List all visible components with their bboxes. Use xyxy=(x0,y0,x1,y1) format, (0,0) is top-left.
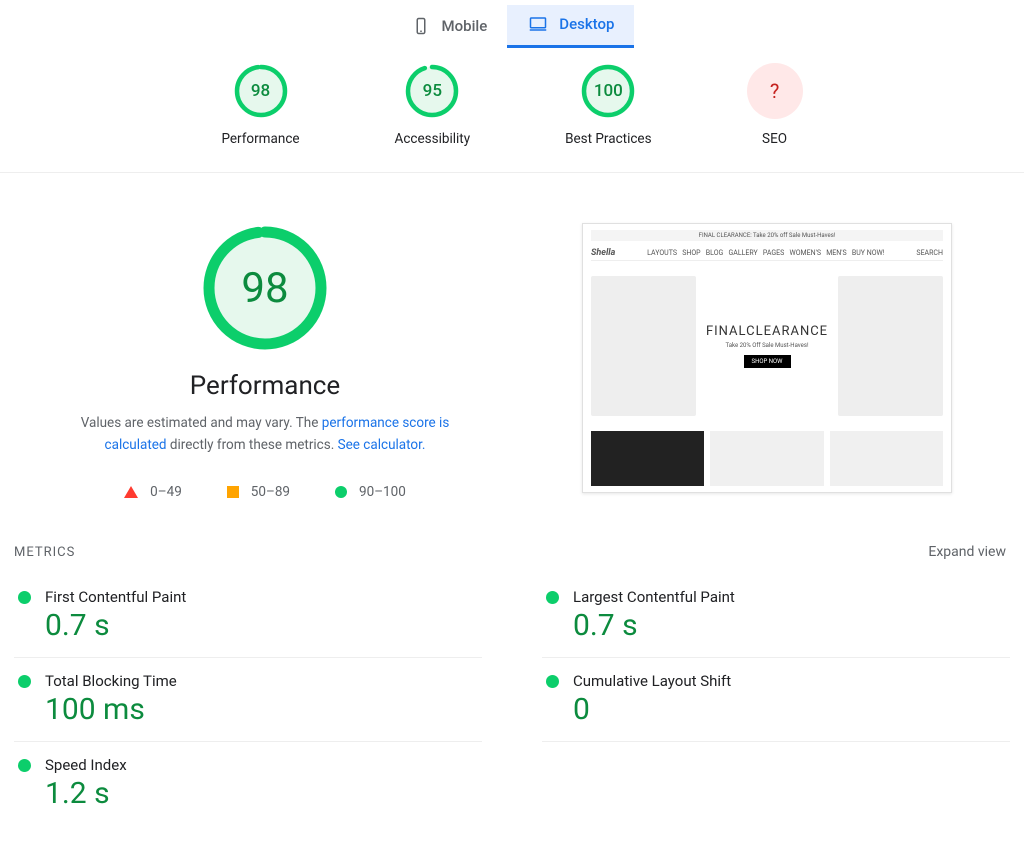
metric-lcp[interactable]: Largest Contentful Paint 0.7 s xyxy=(542,574,1010,658)
status-dot-icon xyxy=(546,591,559,604)
legend-mid-label: 50–89 xyxy=(251,484,290,500)
desktop-icon xyxy=(527,15,549,33)
gauge-seo-value: ? xyxy=(770,79,779,103)
gauge-performance: 98 xyxy=(233,63,289,119)
status-dot-icon xyxy=(18,759,31,772)
metric-lcp-name: Largest Contentful Paint xyxy=(573,588,735,606)
metrics-title: METRICS xyxy=(14,545,75,560)
score-accessibility-label: Accessibility xyxy=(395,131,471,147)
expand-view-link[interactable]: Expand view xyxy=(928,544,1006,560)
tab-desktop-label: Desktop xyxy=(559,15,614,33)
shot-model-right xyxy=(838,276,943,416)
gauge-best-practices-value: 100 xyxy=(580,63,636,119)
metrics-grid: First Contentful Paint 0.7 s Largest Con… xyxy=(0,574,1024,845)
legend-high: 90–100 xyxy=(335,484,406,500)
score-seo[interactable]: ? SEO xyxy=(747,63,803,147)
shot-nav: Shella LAYOUTS SHOP BLOG GALLERY PAGES W… xyxy=(591,246,943,261)
tab-mobile-label: Mobile xyxy=(442,17,488,35)
device-tabs: Mobile Desktop xyxy=(0,0,1024,48)
score-accessibility[interactable]: 95 Accessibility xyxy=(395,63,471,147)
circle-icon xyxy=(335,486,347,498)
metric-si-name: Speed Index xyxy=(45,756,127,774)
square-icon xyxy=(227,486,239,498)
gauge-accessibility-value: 95 xyxy=(404,63,460,119)
gauge-performance-value: 98 xyxy=(233,63,289,119)
metric-cls[interactable]: Cumulative Layout Shift 0 xyxy=(542,658,1010,742)
screenshot-column: FINAL CLEARANCE: Take 20% off Sale Must-… xyxy=(540,223,994,500)
performance-detail: 98 Performance Values are estimated and … xyxy=(30,223,500,500)
metrics-header: METRICS Expand view xyxy=(0,530,1024,574)
tab-desktop[interactable]: Desktop xyxy=(507,5,634,48)
status-dot-icon xyxy=(546,675,559,688)
metric-fcp[interactable]: First Contentful Paint 0.7 s xyxy=(14,574,482,658)
legend-mid: 50–89 xyxy=(227,484,290,500)
score-best-practices[interactable]: 100 Best Practices xyxy=(565,63,651,147)
status-dot-icon xyxy=(18,675,31,688)
shot-hero: FINALCLEARANCE Take 20% Off Sale Must-Ha… xyxy=(591,266,943,426)
legend-high-label: 90–100 xyxy=(359,484,406,500)
gauge-large-value: 98 xyxy=(200,223,330,353)
gauge-accessibility: 95 xyxy=(404,63,460,119)
score-performance[interactable]: 98 Performance xyxy=(221,63,299,147)
triangle-icon xyxy=(124,486,138,498)
shot-hero-title: FINALCLEARANCE xyxy=(706,324,828,339)
see-calculator-link[interactable]: See calculator. xyxy=(338,437,426,453)
shot-hero-button: SHOP NOW xyxy=(744,355,791,368)
desc-text-2: directly from these metrics. xyxy=(167,437,338,453)
metric-fcp-name: First Contentful Paint xyxy=(45,588,186,606)
performance-title: Performance xyxy=(190,371,340,401)
gauge-best-practices: 100 xyxy=(580,63,636,119)
legend-low-label: 0–49 xyxy=(150,484,182,500)
shot-model-left xyxy=(591,276,696,416)
score-best-practices-label: Best Practices xyxy=(565,131,651,147)
status-dot-icon xyxy=(18,591,31,604)
score-legend: 0–49 50–89 90–100 xyxy=(124,484,406,500)
page-screenshot: FINAL CLEARANCE: Take 20% off Sale Must-… xyxy=(582,223,952,493)
desc-text-1: Values are estimated and may vary. The xyxy=(81,415,322,431)
metric-tbt[interactable]: Total Blocking Time 100 ms xyxy=(14,658,482,742)
metric-lcp-value: 0.7 s xyxy=(573,608,1006,643)
performance-detail-row: 98 Performance Values are estimated and … xyxy=(0,173,1024,530)
gauge-large: 98 xyxy=(200,223,330,353)
metric-si[interactable]: Speed Index 1.2 s xyxy=(14,742,482,825)
score-seo-label: SEO xyxy=(762,131,787,147)
performance-description: Values are estimated and may vary. The p… xyxy=(55,413,475,456)
tab-mobile[interactable]: Mobile xyxy=(390,5,508,48)
legend-low: 0–49 xyxy=(124,484,182,500)
metric-fcp-value: 0.7 s xyxy=(45,608,478,643)
metric-tbt-value: 100 ms xyxy=(45,692,478,727)
shot-thumbs xyxy=(591,431,943,486)
scores-summary: 98 Performance 95 Accessibility 100 Best… xyxy=(0,48,1024,173)
shot-hero-text: FINALCLEARANCE Take 20% Off Sale Must-Ha… xyxy=(706,324,828,368)
metric-tbt-name: Total Blocking Time xyxy=(45,672,177,690)
metric-cls-name: Cumulative Layout Shift xyxy=(573,672,731,690)
mobile-icon xyxy=(410,17,432,35)
gauge-seo: ? xyxy=(747,63,803,119)
metric-cls-value: 0 xyxy=(573,692,1006,727)
metric-si-value: 1.2 s xyxy=(45,776,478,811)
shot-banner: FINAL CLEARANCE: Take 20% off Sale Must-… xyxy=(591,230,943,241)
shot-hero-sub: Take 20% Off Sale Must-Haves! xyxy=(706,342,828,349)
score-performance-label: Performance xyxy=(221,131,299,147)
